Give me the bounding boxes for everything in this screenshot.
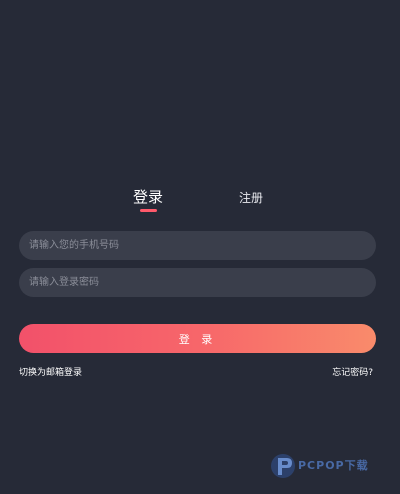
active-tab-indicator (140, 209, 157, 212)
password-input[interactable] (19, 268, 376, 297)
tab-login[interactable]: 登录 (133, 186, 163, 207)
tab-register[interactable]: 注册 (239, 189, 263, 206)
watermark: PCPOP下载 (268, 448, 388, 484)
switch-email-login-link[interactable]: 切换为邮箱登录 (19, 365, 82, 378)
watermark-text: PCPOP下载 (298, 459, 369, 472)
phone-input[interactable] (19, 231, 376, 260)
auth-tabs: 登录 注册 (0, 186, 400, 216)
forgot-password-link[interactable]: 忘记密码? (332, 365, 373, 378)
login-button[interactable]: 登 录 (19, 324, 376, 353)
login-screen: 登录 注册 登 录 切换为邮箱登录 忘记密码? PCPOP下载 (0, 0, 400, 494)
